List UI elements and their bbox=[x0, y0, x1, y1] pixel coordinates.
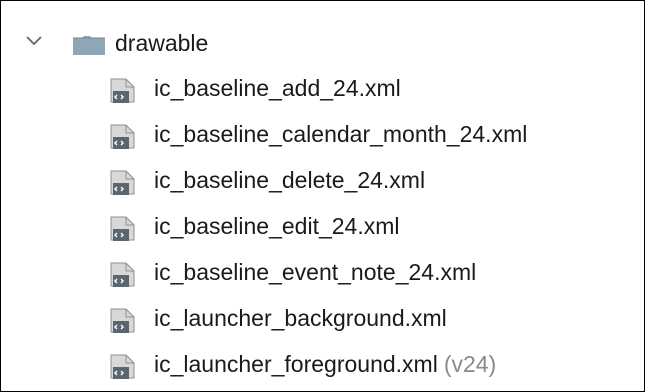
file-label: ic_baseline_delete_24.xml bbox=[154, 167, 426, 193]
tree-file-row[interactable]: ic_baseline_edit_24.xml bbox=[1, 204, 644, 250]
tree-file-row[interactable]: ic_baseline_delete_24.xml bbox=[1, 158, 644, 204]
file-label: ic_baseline_edit_24.xml bbox=[154, 213, 400, 239]
xml-file-icon bbox=[110, 78, 135, 103]
xml-file-icon bbox=[110, 124, 135, 149]
file-label: ic_launcher_foreground.xml (v24) bbox=[154, 351, 497, 377]
tree-folder-drawable[interactable]: drawable bbox=[1, 20, 644, 66]
file-qualifier: (v24) bbox=[443, 351, 497, 377]
project-tree-panel: drawable ic_baseline_add_24.xml ic_baseli… bbox=[0, 0, 645, 392]
file-label: ic_baseline_add_24.xml bbox=[154, 75, 401, 101]
folder-label: drawable bbox=[115, 30, 209, 56]
xml-file-icon bbox=[110, 216, 135, 241]
tree-file-row[interactable]: ic_baseline_event_note_24.xml bbox=[1, 250, 644, 296]
file-label: ic_launcher_background.xml bbox=[154, 305, 447, 331]
file-label: ic_baseline_event_note_24.xml bbox=[154, 259, 477, 285]
chevron-down-icon[interactable] bbox=[25, 34, 43, 48]
xml-file-icon bbox=[110, 308, 135, 333]
folder-icon bbox=[73, 36, 105, 55]
xml-file-icon bbox=[110, 262, 135, 287]
tree-file-row[interactable]: ic_launcher_background.xml bbox=[1, 296, 644, 342]
tree-file-row[interactable]: ic_launcher_foreground.xml (v24) bbox=[1, 342, 644, 388]
tree-file-row[interactable]: ic_baseline_calendar_month_24.xml bbox=[1, 112, 644, 158]
tree-file-row[interactable]: ic_baseline_add_24.xml bbox=[1, 66, 644, 112]
file-label: ic_baseline_calendar_month_24.xml bbox=[154, 121, 528, 147]
xml-file-icon bbox=[110, 354, 135, 379]
xml-file-icon bbox=[110, 170, 135, 195]
